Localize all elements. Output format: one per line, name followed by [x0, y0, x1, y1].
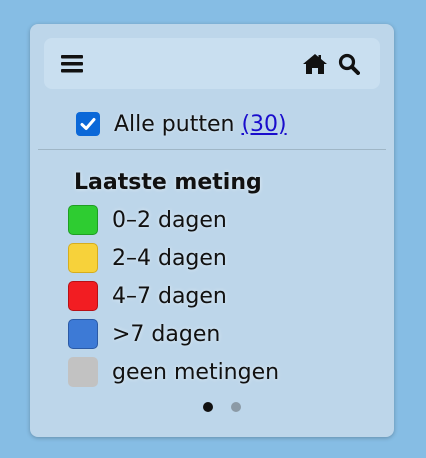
page-dot-1[interactable]	[203, 402, 213, 412]
checkmark-icon	[80, 118, 96, 130]
legend-panel: Alle putten (30) Laatste meting 0–2 dage…	[30, 24, 394, 437]
legend-swatch-gray	[68, 357, 98, 387]
legend-item: 4–7 dagen	[68, 280, 279, 312]
legend-label: 2–4 dagen	[112, 245, 227, 271]
all-wells-filter: Alle putten (30)	[76, 110, 287, 138]
home-button[interactable]	[302, 51, 328, 77]
search-icon	[338, 53, 360, 75]
legend-label: geen metingen	[112, 359, 280, 385]
pagination-dots	[203, 402, 241, 412]
legend-label: >7 dagen	[112, 321, 221, 347]
legend-swatch-red	[68, 281, 98, 311]
menu-button[interactable]	[59, 51, 85, 77]
page-dot-2[interactable]	[231, 402, 241, 412]
legend-item: 0–2 dagen	[68, 204, 279, 236]
legend-swatch-yellow	[68, 243, 98, 273]
legend-list: 0–2 dagen 2–4 dagen 4–7 dagen >7 dagen g…	[68, 204, 279, 394]
divider	[38, 149, 386, 150]
legend-item: 2–4 dagen	[68, 242, 279, 274]
legend-swatch-green	[68, 205, 98, 235]
legend-item: >7 dagen	[68, 318, 279, 350]
menu-icon	[61, 55, 83, 73]
legend-swatch-blue	[68, 319, 98, 349]
legend-title: Laatste meting	[74, 170, 262, 195]
toolbar	[44, 38, 380, 89]
all-wells-label: Alle putten	[114, 111, 235, 137]
legend-item: geen metingen	[68, 356, 279, 388]
all-wells-count-link[interactable]: (30)	[241, 112, 286, 137]
legend-label: 0–2 dagen	[112, 207, 227, 233]
search-button[interactable]	[336, 51, 362, 77]
legend-label: 4–7 dagen	[112, 283, 227, 309]
home-icon	[303, 54, 327, 74]
all-wells-checkbox[interactable]	[76, 112, 100, 136]
